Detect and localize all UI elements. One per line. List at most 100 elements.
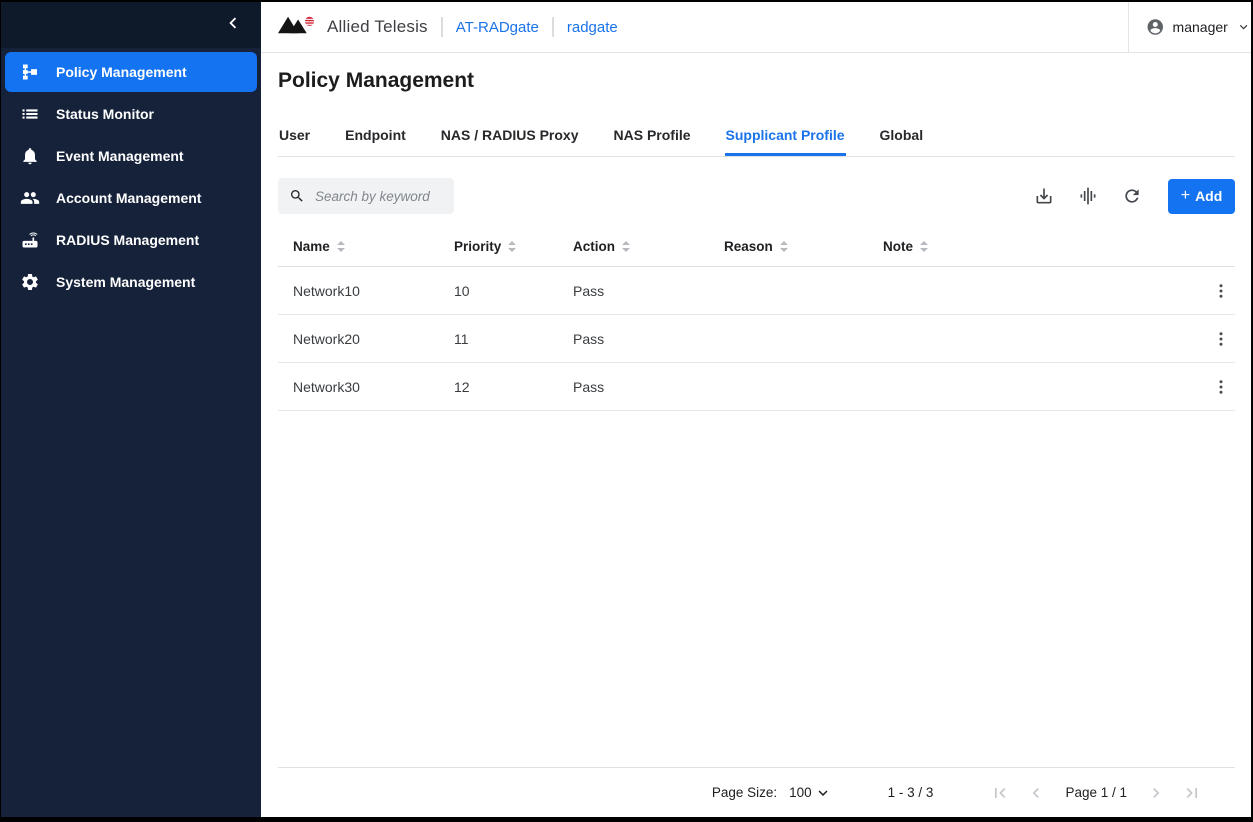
page-indicator: Page 1 / 1 <box>1065 785 1127 800</box>
previous-page-button[interactable] <box>1025 782 1047 804</box>
user-name: manager <box>1173 19 1228 35</box>
row-range-indicator: 1 - 3 / 3 <box>888 785 934 800</box>
column-settings-button[interactable] <box>1071 180 1104 213</box>
refresh-icon <box>1122 186 1142 206</box>
product-link[interactable]: AT-RADgate <box>456 19 539 36</box>
people-icon <box>19 187 41 209</box>
page-size-value: 100 <box>789 785 812 800</box>
chevron-down-icon <box>1236 18 1251 36</box>
first-page-button[interactable] <box>989 782 1011 804</box>
column-header-action[interactable]: Action <box>573 239 724 254</box>
toolbar-actions: + Add <box>1027 179 1235 214</box>
column-header-note[interactable]: Note <box>883 239 1199 254</box>
page-size-control: Page Size: 100 <box>712 784 832 802</box>
sidebar-item-system-management[interactable]: System Management <box>5 262 257 302</box>
add-button-label: Add <box>1195 188 1222 204</box>
sidebar-item-label: Event Management <box>56 148 184 164</box>
sort-icon <box>337 241 345 252</box>
gear-icon <box>19 271 41 293</box>
chevron-left-icon <box>222 12 244 39</box>
table-header-row: Name Priority Action Reason <box>278 227 1235 267</box>
table-footer: Page Size: 100 1 - 3 / 3 Page 1 / 1 <box>278 767 1235 817</box>
toolbar: + Add <box>278 178 1235 214</box>
cell-priority: 10 <box>454 283 573 299</box>
sidebar-item-label: System Management <box>56 274 195 290</box>
table-row: Network30 12 Pass <box>278 363 1235 411</box>
sort-icon <box>920 241 928 252</box>
profiles-table: Name Priority Action Reason <box>278 227 1235 411</box>
pager: Page 1 / 1 <box>989 782 1203 804</box>
sidebar: Policy Management Status Monitor Event M… <box>1 2 261 817</box>
user-avatar-icon <box>1146 16 1165 38</box>
column-header-name[interactable]: Name <box>293 239 454 254</box>
cell-priority: 11 <box>454 331 573 347</box>
first-page-icon <box>990 783 1010 803</box>
header-divider <box>441 17 443 37</box>
cell-name: Network30 <box>293 379 454 395</box>
search-box <box>278 178 454 214</box>
row-menu-button[interactable] <box>1207 277 1235 305</box>
sidebar-item-policy-management[interactable]: Policy Management <box>5 52 257 92</box>
cell-name: Network10 <box>293 283 454 299</box>
sort-icon <box>508 241 516 252</box>
sort-icon <box>780 241 788 252</box>
table-row: Network10 10 Pass <box>278 267 1235 315</box>
sidebar-item-radius-management[interactable]: RADIUS Management <box>5 220 257 260</box>
brand: Allied Telesis <box>278 14 428 41</box>
column-header-priority[interactable]: Priority <box>454 239 573 254</box>
sidebar-item-account-management[interactable]: Account Management <box>5 178 257 218</box>
host-link[interactable]: radgate <box>567 19 618 36</box>
page-size-select[interactable]: 100 <box>789 784 832 802</box>
last-page-button[interactable] <box>1181 782 1203 804</box>
page-size-label: Page Size: <box>712 785 777 800</box>
row-menu-button[interactable] <box>1207 325 1235 353</box>
page-title: Policy Management <box>278 69 1235 93</box>
chevron-down-icon <box>814 784 832 802</box>
app-window: Policy Management Status Monitor Event M… <box>0 0 1253 822</box>
sidebar-item-label: Status Monitor <box>56 106 154 122</box>
cell-name: Network20 <box>293 331 454 347</box>
sidebar-item-label: Account Management <box>56 190 201 206</box>
sidebar-header <box>1 2 261 48</box>
tab-bar: User Endpoint NAS / RADIUS Proxy NAS Pro… <box>278 118 1235 157</box>
cell-action: Pass <box>573 379 724 395</box>
sort-icon <box>622 241 630 252</box>
sidebar-item-label: Policy Management <box>56 64 187 80</box>
main-area: Allied Telesis AT-RADgate radgate manage… <box>261 2 1251 817</box>
download-button[interactable] <box>1027 180 1060 213</box>
page-content: Policy Management User Endpoint NAS / RA… <box>261 53 1251 817</box>
top-bar: Allied Telesis AT-RADgate radgate manage… <box>261 2 1251 53</box>
search-icon <box>289 188 305 204</box>
search-input[interactable] <box>313 188 443 205</box>
chevron-left-icon <box>1026 783 1046 803</box>
tab-endpoint[interactable]: Endpoint <box>344 118 407 156</box>
tab-supplicant-profile[interactable]: Supplicant Profile <box>725 118 846 156</box>
next-page-button[interactable] <box>1145 782 1167 804</box>
row-menu-button[interactable] <box>1207 373 1235 401</box>
table-row: Network20 11 Pass <box>278 315 1235 363</box>
bell-icon <box>19 145 41 167</box>
column-header-reason[interactable]: Reason <box>724 239 883 254</box>
refresh-button[interactable] <box>1115 180 1148 213</box>
sidebar-item-status-monitor[interactable]: Status Monitor <box>5 94 257 134</box>
brand-name: Allied Telesis <box>327 17 428 37</box>
kebab-icon <box>1212 378 1230 396</box>
sidebar-collapse-button[interactable] <box>219 11 247 39</box>
add-button[interactable]: + Add <box>1168 179 1235 214</box>
policy-tree-icon <box>19 61 41 83</box>
cell-action: Pass <box>573 331 724 347</box>
tab-nas-profile[interactable]: NAS Profile <box>613 118 692 156</box>
graphic-eq-icon <box>1078 186 1098 206</box>
sidebar-item-event-management[interactable]: Event Management <box>5 136 257 176</box>
sidebar-item-label: RADIUS Management <box>56 232 199 248</box>
allied-telesis-logo-icon <box>278 14 320 41</box>
tab-global[interactable]: Global <box>879 118 925 156</box>
tab-user[interactable]: User <box>278 118 311 156</box>
cell-priority: 12 <box>454 379 573 395</box>
tab-nas-radius-proxy[interactable]: NAS / RADIUS Proxy <box>440 118 580 156</box>
download-icon <box>1034 186 1054 206</box>
plus-icon: + <box>1181 188 1190 204</box>
user-menu[interactable]: manager <box>1128 2 1251 52</box>
router-icon <box>19 229 41 251</box>
header-divider <box>552 17 554 37</box>
